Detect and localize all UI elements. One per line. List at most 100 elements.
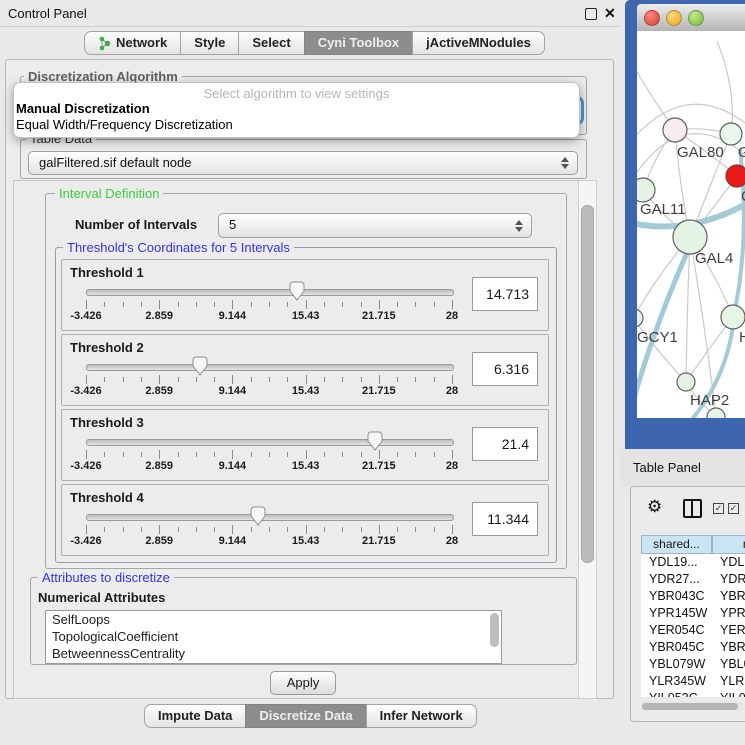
network-canvas[interactable]: GAL80GCGAL11GAL4GCY1HHAP2 <box>637 31 745 418</box>
tab-label: Cyni Toolbox <box>318 32 399 54</box>
mac-zoom-button[interactable] <box>688 10 704 26</box>
attribute-list-item[interactable]: BetweennessCentrality <box>46 645 501 662</box>
slider-tick-labels: -3.4262.8599.14415.4321.71528 <box>86 385 452 398</box>
network-view-window: GAL80GCGAL11GAL4GCY1HHAP2 <box>625 0 745 449</box>
threshold-slider-track[interactable] <box>86 514 454 521</box>
threshold-slider-track[interactable] <box>86 364 454 371</box>
table-row[interactable]: YLR345WYLR3 <box>641 673 745 690</box>
tab-label: Style <box>194 32 225 54</box>
tab-network[interactable]: Network <box>84 31 181 55</box>
threshold-slider-track[interactable] <box>86 439 454 446</box>
threshold-slider-thumb[interactable] <box>288 281 306 301</box>
threshold-label: Threshold 3 <box>70 415 144 430</box>
network-node-label: G <box>738 144 745 161</box>
table-row[interactable]: YBR045CYBR0 <box>641 639 745 656</box>
tab-label: Network <box>116 32 167 54</box>
threshold-value-field[interactable]: 11.344 <box>472 502 538 536</box>
checkbox-icon[interactable]: ✓ <box>728 503 739 514</box>
table-row[interactable]: YER054CYER0 <box>641 622 745 639</box>
numerical-attributes-label: Numerical Attributes <box>38 590 165 605</box>
table-cell: YBR045C <box>641 639 712 656</box>
tab-discretize-data[interactable]: Discretize Data <box>245 704 366 728</box>
network-node-label: HAP2 <box>690 392 729 409</box>
table-row[interactable]: YDL19...YDL1 <box>641 554 745 571</box>
table-row[interactable]: YBR043CYBR0 <box>641 588 745 605</box>
network-node[interactable] <box>720 123 742 145</box>
network-node-label: H <box>739 329 745 346</box>
table-panel-window: ⚙ ✓ ✓ shared... na YDL19...YDL1YDR27...Y… <box>630 486 745 722</box>
node-attribute-table[interactable]: shared... na YDL19...YDL1YDR27...YDR2YBR… <box>641 535 745 697</box>
split-columns-icon[interactable] <box>683 499 702 518</box>
updown-arrows-icon <box>515 220 523 232</box>
float-window-icon[interactable] <box>585 8 597 20</box>
network-node[interactable] <box>663 118 687 142</box>
numerical-attributes-list[interactable]: SelfLoopsTopologicalCoefficientBetweenne… <box>45 610 502 664</box>
scrollbar-thumb[interactable] <box>642 703 738 710</box>
mac-minimize-button[interactable] <box>666 10 682 26</box>
threshold-panel: Threshold 1-3.4262.8599.14415.4321.71528… <box>61 259 549 331</box>
tab-select[interactable]: Select <box>238 31 304 55</box>
popup-option-equal-width-frequency[interactable]: Equal Width/Frequency Discretization <box>14 117 579 133</box>
vertical-scrollbar[interactable] <box>578 180 597 699</box>
tab-label: Impute Data <box>158 705 232 727</box>
thresholds-list: Threshold 1-3.4262.8599.14415.4321.71528… <box>61 259 549 555</box>
network-node[interactable] <box>707 408 725 418</box>
tab-impute-data[interactable]: Impute Data <box>144 704 246 728</box>
table-data-combobox-value: galFiltered.sif default node <box>39 152 191 174</box>
attribute-list-item[interactable]: SelfLoops <box>46 611 501 628</box>
updown-arrows-icon <box>561 157 569 169</box>
list-scrollbar-thumb[interactable] <box>490 613 499 647</box>
table-cell: YDL1 <box>712 554 745 571</box>
threshold-slider-thumb[interactable] <box>249 506 267 526</box>
tab-style[interactable]: Style <box>180 31 239 55</box>
popup-option-manual-discretization[interactable]: Manual Discretization <box>14 101 579 117</box>
app-root: Control Panel ✕ Network Style Select Cyn… <box>0 0 745 745</box>
apply-button[interactable]: Apply <box>270 671 336 695</box>
table-cell: YPR145W <box>641 605 712 622</box>
table-cell: YDL19... <box>641 554 712 571</box>
network-node[interactable] <box>637 178 655 202</box>
number-of-intervals-spinner[interactable]: 5 <box>218 213 532 238</box>
network-edge[interactable] <box>717 41 732 134</box>
attribute-list-item[interactable]: TopologicalCoefficient <box>46 628 501 645</box>
network-node[interactable] <box>637 309 643 327</box>
close-icon[interactable]: ✕ <box>604 5 616 22</box>
tab-infer-network[interactable]: Infer Network <box>366 704 477 728</box>
gear-icon[interactable]: ⚙ <box>647 497 662 517</box>
checkbox-icon[interactable]: ✓ <box>713 503 724 514</box>
horizontal-scrollbar[interactable] <box>641 702 744 711</box>
threshold-value-field[interactable]: 14.713 <box>472 277 538 311</box>
threshold-value-field[interactable]: 21.4 <box>472 427 538 461</box>
network-icon <box>98 36 111 51</box>
mac-close-button[interactable] <box>644 10 660 26</box>
table-row[interactable]: YIL053CYIL0 <box>641 690 745 697</box>
table-data-combobox[interactable]: galFiltered.sif default node <box>28 151 578 175</box>
scrollbar-thumb[interactable] <box>581 205 594 563</box>
network-node[interactable] <box>726 165 745 187</box>
threshold-value-field[interactable]: 6.316 <box>472 352 538 386</box>
slider-tick-labels: -3.4262.8599.14415.4321.71528 <box>86 310 452 323</box>
table-row[interactable]: YPR145WYPR1 <box>641 605 745 622</box>
threshold-slider-thumb[interactable] <box>366 431 384 451</box>
column-header-shared-name[interactable]: shared... <box>641 535 712 554</box>
network-node[interactable] <box>721 305 745 329</box>
network-window-titlebar[interactable] <box>637 4 745 32</box>
threshold-slider-track[interactable] <box>86 289 454 296</box>
network-node[interactable] <box>677 373 695 391</box>
network-node[interactable] <box>673 220 707 254</box>
popup-hint: Select algorithm to view settings <box>14 86 579 101</box>
table-cell: YDR2 <box>712 571 745 588</box>
table-cell: YIL0 <box>712 690 745 697</box>
table-header-row: shared... na <box>641 535 745 554</box>
table-row[interactable]: YDR27...YDR2 <box>641 571 745 588</box>
table-cell: YPR1 <box>712 605 745 622</box>
table-cell: YER0 <box>712 622 745 639</box>
tab-cyni-toolbox[interactable]: Cyni Toolbox <box>304 31 413 55</box>
tab-label: Discretize Data <box>259 705 352 727</box>
threshold-slider-thumb[interactable] <box>191 356 209 376</box>
column-header-name[interactable]: na <box>712 535 745 554</box>
number-of-intervals-label: Number of Intervals <box>75 217 197 232</box>
table-row[interactable]: YBL079WYBL0 <box>641 656 745 673</box>
tab-jactivemnodules[interactable]: jActiveMNodules <box>412 31 545 55</box>
table-cell: YBR0 <box>712 588 745 605</box>
